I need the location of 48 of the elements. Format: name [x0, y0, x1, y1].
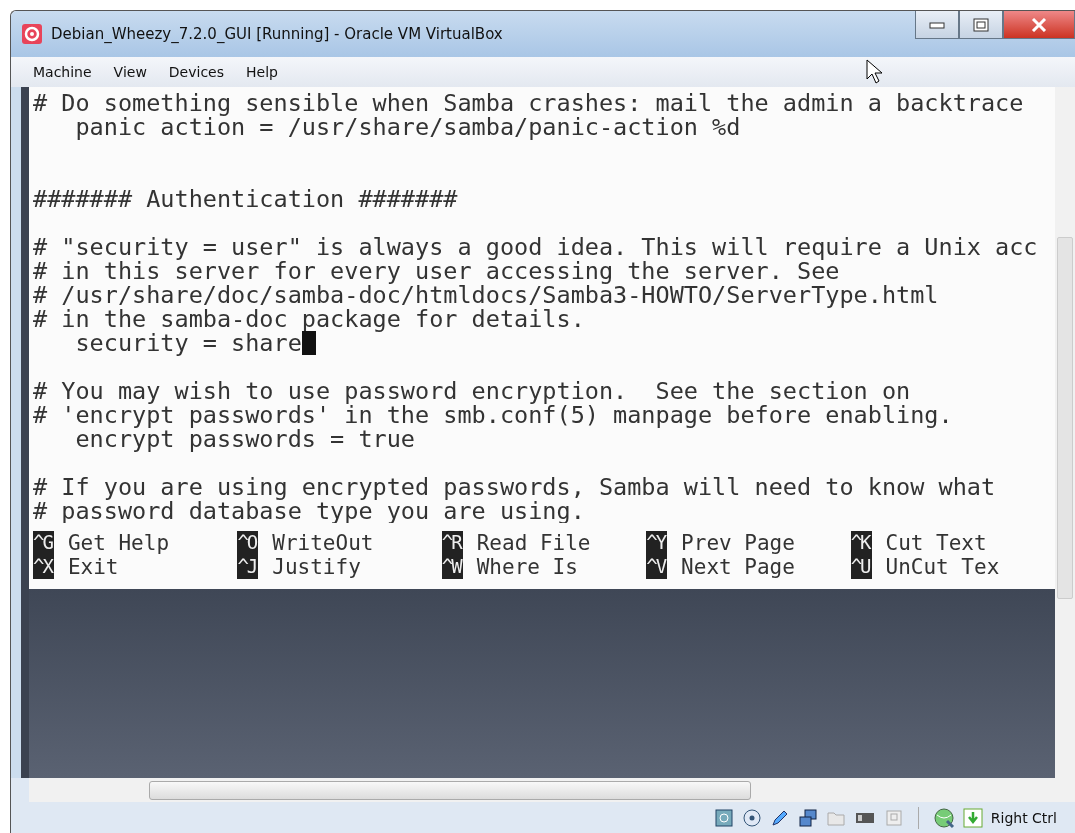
mouse-pointer-icon [866, 59, 884, 85]
pen-icon [769, 808, 790, 828]
scroll-thumb[interactable] [149, 781, 751, 800]
shortcut-label: WriteOut [272, 531, 374, 555]
shortcut-label: Prev Page [681, 531, 795, 555]
shortcut-key: ^Y [646, 531, 668, 555]
code-line: ####### Authentication ####### [33, 185, 458, 213]
horizontal-scrollbar[interactable] [29, 778, 1075, 802]
shortcut-label: Read File [476, 531, 591, 555]
optical-disc-icon [741, 808, 762, 828]
close-button[interactable] [1003, 11, 1075, 39]
menu-item[interactable]: View [113, 64, 147, 80]
shortcut-label: Cut Text [885, 531, 987, 555]
shortcut-key: ^K [850, 531, 872, 555]
menu-item[interactable]: Devices [168, 64, 225, 80]
code-line: # Do something sensible when Samba crashes: mail the admin a backtrace [33, 89, 1024, 117]
code-line: # If you are using encrypted passwords, Samba will need to know what [33, 473, 996, 501]
maximize-icon [973, 17, 989, 32]
menu-item[interactable]: Machine [33, 64, 92, 80]
shortcut-label: Next Page [681, 555, 795, 579]
shortcut-key: ^W [441, 555, 463, 579]
close-icon [1031, 17, 1047, 32]
host-key-label: Right Ctrl [990, 810, 1057, 826]
vertical-scrollbar[interactable] [1055, 87, 1075, 778]
minimize-button[interactable] [915, 11, 959, 39]
shortcut-key: ^U [850, 555, 872, 579]
minimize-icon [929, 20, 945, 29]
app-icon [21, 23, 43, 45]
code-line: # You may wish to use password encryption. See the section on [33, 377, 911, 405]
scroll-thumb[interactable] [1057, 237, 1073, 599]
window-title: Debian_Wheezy_7.2.0_GUI [Running] - Oracle VM VirtualBox [51, 25, 503, 43]
shortcut-label: Where Is [476, 555, 578, 579]
network-icon [797, 808, 818, 828]
shortcut-key: ^V [646, 555, 668, 579]
code-line: # "security = user" is always a good idea. This will require a Unix acc [33, 233, 1038, 261]
window-icon [883, 808, 904, 828]
shortcut-label: Get Help [67, 531, 170, 555]
menu-item[interactable]: Help [246, 64, 278, 80]
shortcut-label: Justify [272, 555, 361, 579]
shortcut-label: UnCut Tex [885, 555, 1000, 579]
arrow-down-icon [962, 808, 983, 828]
shortcut-key: ^O [237, 531, 259, 555]
maximize-button[interactable] [959, 11, 1003, 39]
shortcut-key: ^J [237, 555, 259, 579]
shortcut-key: ^G [33, 531, 54, 555]
shortcut-key: ^X [33, 555, 54, 579]
shortcut-key: ^R [441, 531, 463, 555]
shortcut-label: Exit [67, 555, 119, 579]
